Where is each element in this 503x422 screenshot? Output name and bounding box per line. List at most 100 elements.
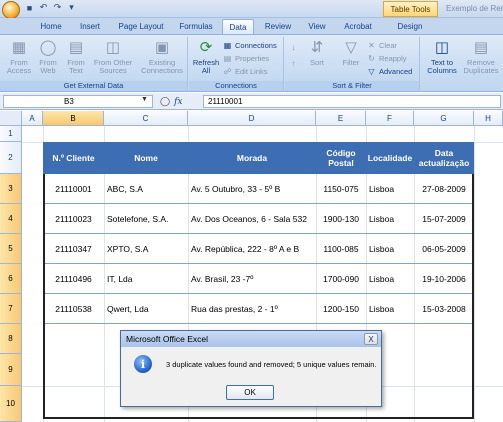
info-icon: i [134,355,152,373]
cell-data[interactable]: 15-03-2008 [414,294,474,324]
row-header-10[interactable]: 10 [0,386,22,422]
redo-icon[interactable]: ↷ [52,2,63,13]
sort-az-button[interactable]: ↓ [289,43,298,52]
text-to-columns-button[interactable]: ◫ Text to Columns [423,39,461,75]
tab-design[interactable]: Design [388,19,432,34]
column-header-f[interactable]: F [366,111,414,126]
cell-data[interactable]: 19-10-2006 [414,264,474,294]
row-header-6[interactable]: 6 [0,264,22,294]
cell-data[interactable]: 27-08-2009 [414,174,474,204]
sort-za-button[interactable]: ↑ [289,59,298,68]
tab-review[interactable]: Review [258,19,298,34]
from-other-sources-button[interactable]: ◫ From Other Sources [90,39,136,75]
properties-button[interactable]: ▤ Properties [223,54,269,63]
undo-icon[interactable]: ↶ [38,2,49,13]
cell-localidade[interactable]: Lisboa [369,234,414,264]
customize-qat-icon[interactable]: ▾ [66,2,77,13]
row-header-2[interactable]: 2 [0,142,22,174]
select-all-corner[interactable] [0,111,22,126]
row-header-4[interactable]: 4 [0,204,22,234]
cell-cliente[interactable]: 21110538 [43,294,104,324]
cell-nome[interactable]: XPTO, S.A [107,234,188,264]
column-header-b[interactable]: B [43,111,104,126]
connections-icon: ▦ [223,41,232,50]
column-header-e[interactable]: E [316,111,366,126]
advanced-button[interactable]: ▽ Advanced [367,67,412,76]
header-data-actualizacao[interactable]: Data actualização [414,142,474,174]
cell-data[interactable]: 06-05-2009 [414,234,474,264]
filter-icon: ▽ [345,39,357,56]
tab-acrobat[interactable]: Acrobat [336,19,380,34]
dialog-close-button[interactable]: X [364,333,378,345]
ribbon-tabs: Home Insert Page Layout Formulas Data Re… [0,18,503,34]
remove-duplicates-button[interactable]: ▤ Remove Duplicates [461,39,501,75]
cell-morada[interactable]: Av. 5 Outubro, 33 - 5º B [191,174,316,204]
text-file-icon: ▤ [68,39,84,56]
from-text-button[interactable]: ▤ From Text [62,39,90,75]
sort-button[interactable]: ⇵ Sort [303,39,331,67]
cell-codigo[interactable]: 1900-130 [316,204,366,234]
header-localidade[interactable]: Localidade [366,142,414,174]
cell-cliente[interactable]: 21110496 [43,264,104,294]
expand-icon[interactable]: ◯ [160,96,170,107]
existing-connections-button[interactable]: ▣ Existing Connections [138,39,186,75]
filter-button[interactable]: ▽ Filter [337,39,365,67]
from-access-button[interactable]: ▦ From Access [4,39,34,75]
cell-morada[interactable]: Rua das prestas, 2 - 1º [191,294,316,324]
tab-insert[interactable]: Insert [70,19,110,34]
cell-morada[interactable]: Av. República, 222 - 8º A e B [191,234,316,264]
cell-cliente[interactable]: 21110023 [43,204,104,234]
row-header-5[interactable]: 5 [0,234,22,264]
row-header-3[interactable]: 3 [0,174,22,204]
column-header-d[interactable]: D [188,111,316,126]
column-header-c[interactable]: C [104,111,188,126]
ok-button[interactable]: OK [226,385,274,400]
row-header-1[interactable]: 1 [0,126,22,142]
tab-formulas[interactable]: Formulas [172,19,220,34]
tab-home[interactable]: Home [32,19,70,34]
edit-links-button[interactable]: ☍ Edit Links [223,67,267,76]
cell-cliente[interactable]: 21110001 [43,174,104,204]
cell-morada[interactable]: Av. Brasil, 23 -7º [191,264,316,294]
cell-data[interactable]: 15-07-2009 [414,204,474,234]
advanced-filter-icon: ▽ [368,67,375,76]
cell-nome[interactable]: Qwert, Lda [107,294,188,324]
from-web-button[interactable]: ◯ From Web [34,39,62,75]
cell-nome[interactable]: Sotelefone, S.A. [107,204,188,234]
cell-codigo[interactable]: 1200-150 [316,294,366,324]
reapply-button[interactable]: ↻ Reapply [367,54,406,63]
tab-view[interactable]: View [300,19,334,34]
cell-codigo[interactable]: 1100-085 [316,234,366,264]
cell-localidade[interactable]: Lisboa [369,204,414,234]
row-header-9[interactable]: 9 [0,354,22,386]
cell-codigo[interactable]: 1150-075 [316,174,366,204]
cell-nome[interactable]: IT, Lda [107,264,188,294]
column-header-h[interactable]: H [474,111,503,126]
chevron-down-icon[interactable]: ▼ [141,96,148,103]
row-header-8[interactable]: 8 [0,324,22,354]
refresh-all-button[interactable]: ⟳ Refresh All [191,39,221,75]
cell-nome[interactable]: ABC, S.A [107,174,188,204]
clear-button[interactable]: ✕ Clear [367,41,397,50]
save-icon[interactable]: ■ [24,2,35,13]
insert-function-button[interactable]: fx [174,97,182,107]
cell-localidade[interactable]: Lisboa [369,264,414,294]
column-header-g[interactable]: G [414,111,474,126]
cell-cliente[interactable]: 21110347 [43,234,104,264]
header-codigo-postal[interactable]: Código Postal [316,142,366,174]
connections-button[interactable]: ▦ Connections [223,41,277,50]
cell-localidade[interactable]: Lisboa [369,294,414,324]
header-cliente[interactable]: N.º Cliente [43,142,104,174]
name-box[interactable]: B3 [3,95,153,108]
header-nome[interactable]: Nome [104,142,188,174]
row-header-7[interactable]: 7 [0,294,22,324]
header-morada[interactable]: Morada [188,142,316,174]
column-header-a[interactable]: A [22,111,43,126]
office-button[interactable] [2,1,20,19]
cell-localidade[interactable]: Lisboa [369,174,414,204]
formula-input[interactable]: 21110001 [203,95,501,108]
tab-data[interactable]: Data [222,19,254,34]
cell-morada[interactable]: Av. Dos Oceanos, 6 - Sala 532 [191,204,316,234]
tab-page-layout[interactable]: Page Layout [110,19,172,34]
cell-codigo[interactable]: 1700-090 [316,264,366,294]
